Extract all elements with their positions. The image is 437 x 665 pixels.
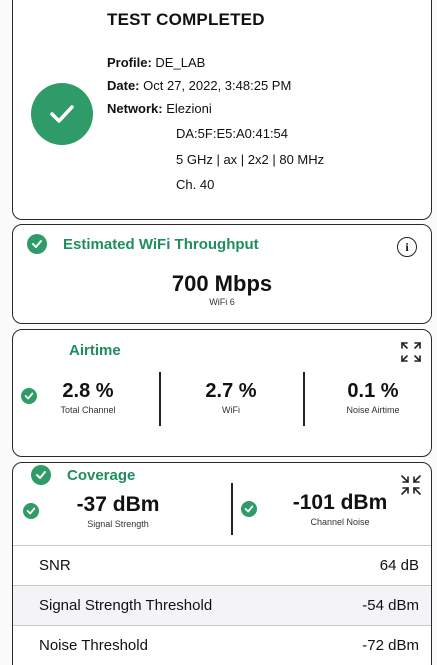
channel: Ch. 40	[176, 177, 215, 192]
throughput-header: Estimated WiFi Throughput	[27, 234, 259, 254]
airtime-title: Airtime	[69, 342, 121, 359]
network-label: Network:	[107, 101, 163, 116]
signal-strength-label: Signal Strength	[87, 519, 149, 529]
wifi-label: WiFi	[222, 405, 240, 415]
wifi-value: 2.7 %	[205, 380, 257, 402]
signal-threshold-value: -54 dBm	[362, 597, 419, 614]
date-label: Date:	[107, 78, 140, 93]
snr-value: 64 dB	[379, 557, 419, 574]
snr-label: SNR	[39, 557, 71, 574]
airtime-card: Airtime 2.8 % Total Channel 2.7 % WiFi 0…	[12, 329, 432, 457]
signal-strength-value: -37 dBm	[76, 493, 160, 516]
signal-threshold-label: Signal Strength Threshold	[39, 597, 213, 614]
wifi-standard: WiFi 6	[209, 297, 235, 307]
channel-noise-metric: -101 dBm Channel Noise	[275, 491, 405, 527]
noise-threshold-value: -72 dBm	[362, 637, 419, 654]
signal-strength-metric: -37 dBm Signal Strength	[53, 493, 183, 529]
total-channel-value: 2.8 %	[62, 380, 114, 402]
profile-label: Profile:	[107, 55, 152, 70]
channel-noise-label: Channel Noise	[310, 517, 370, 527]
divider	[159, 372, 161, 426]
check-icon	[27, 234, 47, 254]
success-check-icon	[31, 83, 93, 145]
divider	[231, 483, 233, 535]
expand-icon[interactable]	[399, 340, 423, 364]
throughput-value-block: 700 Mbps WiFi 6	[13, 271, 431, 307]
throughput-value: 700 Mbps	[171, 271, 273, 296]
profile-value: DE_LAB	[155, 55, 206, 70]
throughput-card: Estimated WiFi Throughput i 700 Mbps WiF…	[12, 224, 432, 324]
date-value: Oct 27, 2022, 3:48:25 PM	[143, 78, 292, 93]
bssid: DA:5F:E5:A0:41:54	[176, 126, 289, 141]
snr-row: SNR 64 dB	[13, 545, 431, 585]
signal-threshold-row: Signal Strength Threshold -54 dBm	[13, 585, 431, 625]
airtime-header: Airtime	[69, 342, 121, 359]
airtime-check-icon	[21, 388, 37, 404]
total-channel-label: Total Channel	[60, 405, 116, 415]
wifi-metric: 2.7 % WiFi	[185, 380, 277, 415]
profile-line: Profile: DE_LAB	[107, 55, 205, 70]
noise-threshold-label: Noise Threshold	[39, 637, 148, 654]
test-result-screen: TEST COMPLETED Profile: DE_LAB Date: Oct…	[0, 0, 437, 665]
divider	[303, 372, 305, 426]
total-channel-metric: 2.8 % Total Channel	[43, 380, 133, 415]
noise-check-icon	[241, 501, 257, 517]
noise-threshold-row: Noise Threshold -72 dBm	[13, 625, 431, 665]
signal-check-icon	[23, 503, 39, 519]
coverage-card: Coverage -37 dBm Signal Strength -101 dB…	[12, 462, 432, 665]
page-title: TEST COMPLETED	[107, 10, 265, 29]
channel-noise-value: -101 dBm	[292, 491, 388, 514]
throughput-title: Estimated WiFi Throughput	[63, 235, 259, 253]
check-icon	[31, 465, 51, 485]
info-icon[interactable]: i	[397, 237, 417, 257]
network-value: Elezioni	[166, 101, 212, 116]
noise-airtime-label: Noise Airtime	[346, 405, 400, 415]
network-line: Network: Elezioni	[107, 101, 212, 116]
radio-info: 5 GHz | ax | 2x2 | 80 MHz	[176, 152, 325, 167]
date-line: Date: Oct 27, 2022, 3:48:25 PM	[107, 78, 291, 93]
noise-airtime-value: 0.1 %	[347, 380, 399, 402]
coverage-title: Coverage	[67, 466, 136, 484]
test-summary-card: TEST COMPLETED Profile: DE_LAB Date: Oct…	[12, 0, 432, 220]
noise-airtime-metric: 0.1 % Noise Airtime	[323, 380, 423, 415]
